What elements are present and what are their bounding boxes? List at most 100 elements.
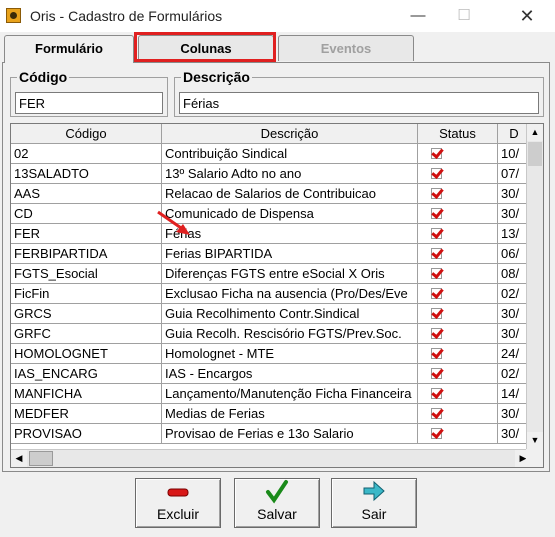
cell-codigo: FER <box>11 224 162 244</box>
descricao-fieldset: Descrição <box>174 69 544 117</box>
forms-grid[interactable]: Código Descrição Status D 02 Contribuição… <box>10 123 544 468</box>
close-button[interactable]: ✕ <box>504 0 550 32</box>
table-row[interactable]: MEDFER Medias de Ferias 30/ <box>11 404 531 424</box>
status-checkbox[interactable] <box>431 368 442 379</box>
cell-codigo: GRFC <box>11 324 162 344</box>
table-row[interactable]: CD Comunicado de Dispensa 30/ <box>11 204 531 224</box>
table-row[interactable]: IAS_ENCARG IAS - Encargos 02/ <box>11 364 531 384</box>
scroll-left-icon[interactable]: ◀ <box>11 450 27 467</box>
table-row[interactable]: GRFC Guia Recolh. Rescisório FGTS/Prev.So… <box>11 324 531 344</box>
salvar-label: Salvar <box>257 506 297 522</box>
vertical-scroll-thumb[interactable] <box>528 142 542 166</box>
cell-descricao: Guia Recolhimento Contr.Sindical <box>162 304 418 324</box>
horizontal-scrollbar[interactable]: ◀ ▶ <box>11 449 531 467</box>
horizontal-scroll-thumb[interactable] <box>29 451 53 466</box>
cell-status <box>418 264 498 284</box>
cell-status <box>418 384 498 404</box>
cell-status <box>418 164 498 184</box>
cell-descricao: Relacao de Salarios de Contribuicao <box>162 184 418 204</box>
status-checkbox[interactable] <box>431 228 442 239</box>
table-row[interactable]: FicFin Exclusao Ficha na ausencia (Pro/De… <box>11 284 531 304</box>
cell-status <box>418 284 498 304</box>
sair-label: Sair <box>361 506 387 522</box>
table-row[interactable]: HOMOLOGNET Homolognet - MTE 24/ <box>11 344 531 364</box>
header-status[interactable]: Status <box>418 124 498 144</box>
grid-header: Código Descrição Status D <box>11 124 531 144</box>
cell-status <box>418 324 498 344</box>
red-arrow-icon <box>157 210 190 235</box>
status-checkbox[interactable] <box>431 428 442 439</box>
status-checkbox[interactable] <box>431 288 442 299</box>
maximize-button[interactable]: ☐ <box>441 0 487 32</box>
table-row[interactable]: GRCS Guia Recolhimento Contr.Sindical 30/ <box>11 304 531 324</box>
table-row[interactable]: MANFICHA Lançamento/Manutenção Ficha Fina… <box>11 384 531 404</box>
cell-descricao: Férias <box>162 224 418 244</box>
status-checkbox[interactable] <box>431 348 442 359</box>
codigo-input[interactable] <box>15 92 163 114</box>
table-row[interactable]: FGTS_Esocial Diferenças FGTS entre eSocia… <box>11 264 531 284</box>
cell-status <box>418 224 498 244</box>
scroll-up-icon[interactable]: ▲ <box>527 124 543 141</box>
cell-descricao: Medias de Ferias <box>162 404 418 424</box>
codigo-label: Código <box>17 69 70 85</box>
table-row[interactable]: 13SALADTO 13º Salario Adto no ano 07/ <box>11 164 531 184</box>
cell-codigo: MEDFER <box>11 404 162 424</box>
table-row[interactable]: 02 Contribuição Sindical 10/ <box>11 144 531 164</box>
tab-strip: Formulário Colunas Eventos <box>0 35 555 63</box>
table-row[interactable]: FERFérias13/ <box>11 224 531 244</box>
excluir-label: Excluir <box>156 506 199 522</box>
status-checkbox[interactable] <box>431 208 442 219</box>
header-descricao[interactable]: Descrição <box>162 124 418 144</box>
cell-descricao: Comunicado de Dispensa <box>162 204 418 224</box>
form-panel: Código Descrição Código Descrição Status… <box>2 62 550 472</box>
cell-descricao: 13º Salario Adto no ano <box>162 164 418 184</box>
table-row[interactable]: PROVISAO Provisao de Ferias e 13o Salario… <box>11 424 531 444</box>
app-icon <box>6 8 21 23</box>
cell-descricao: IAS - Encargos <box>162 364 418 384</box>
cell-codigo: PROVISAO <box>11 424 162 444</box>
cell-descricao: Contribuição Sindical <box>162 144 418 164</box>
cell-descricao: Provisao de Ferias e 13o Salario <box>162 424 418 444</box>
cell-descricao: Ferias BIPARTIDA <box>162 244 418 264</box>
checkmark-icon <box>235 479 319 505</box>
cell-status <box>418 304 498 324</box>
title-bar: Oris - Cadastro de Formulários — ☐ ✕ <box>0 0 555 32</box>
codigo-fieldset: Código <box>10 69 168 117</box>
cell-codigo: FicFin <box>11 284 162 304</box>
header-codigo[interactable]: Código <box>11 124 162 144</box>
status-checkbox[interactable] <box>431 268 442 279</box>
descricao-input[interactable] <box>179 92 539 114</box>
status-checkbox[interactable] <box>431 248 442 259</box>
cell-codigo: MANFICHA <box>11 384 162 404</box>
cell-descricao: Lançamento/Manutenção Ficha Financeira <box>162 384 418 404</box>
minimize-button[interactable]: — <box>395 0 441 32</box>
table-row[interactable]: FERBIPARTIDA Ferias BIPARTIDA 06/ <box>11 244 531 264</box>
cell-codigo: AAS <box>11 184 162 204</box>
status-checkbox[interactable] <box>431 148 442 159</box>
cell-status <box>418 144 498 164</box>
status-checkbox[interactable] <box>431 328 442 339</box>
cell-descricao: Homolognet - MTE <box>162 344 418 364</box>
cell-status <box>418 404 498 424</box>
tab-eventos[interactable]: Eventos <box>278 35 414 61</box>
vertical-scrollbar[interactable]: ▲ ▼ <box>526 124 543 449</box>
exit-arrow-icon <box>332 479 416 505</box>
sair-button[interactable]: Sair <box>331 478 417 528</box>
cell-codigo: FGTS_Esocial <box>11 264 162 284</box>
cell-descricao: Guia Recolh. Rescisório FGTS/Prev.Soc. <box>162 324 418 344</box>
status-checkbox[interactable] <box>431 388 442 399</box>
excluir-button[interactable]: Excluir <box>135 478 221 528</box>
window-title: Oris - Cadastro de Formulários <box>30 8 223 24</box>
status-checkbox[interactable] <box>431 308 442 319</box>
status-checkbox[interactable] <box>431 188 442 199</box>
cell-codigo: CD <box>11 204 162 224</box>
salvar-button[interactable]: Salvar <box>234 478 320 528</box>
cell-codigo: FERBIPARTIDA <box>11 244 162 264</box>
scroll-corner <box>526 449 543 467</box>
table-row[interactable]: AAS Relacao de Salarios de Contribuicao 30… <box>11 184 531 204</box>
status-checkbox[interactable] <box>431 408 442 419</box>
tab-formulario[interactable]: Formulário <box>4 35 134 63</box>
scroll-down-icon[interactable]: ▼ <box>527 432 543 449</box>
cell-descricao: Exclusao Ficha na ausencia (Pro/Des/Eve <box>162 284 418 304</box>
status-checkbox[interactable] <box>431 168 442 179</box>
